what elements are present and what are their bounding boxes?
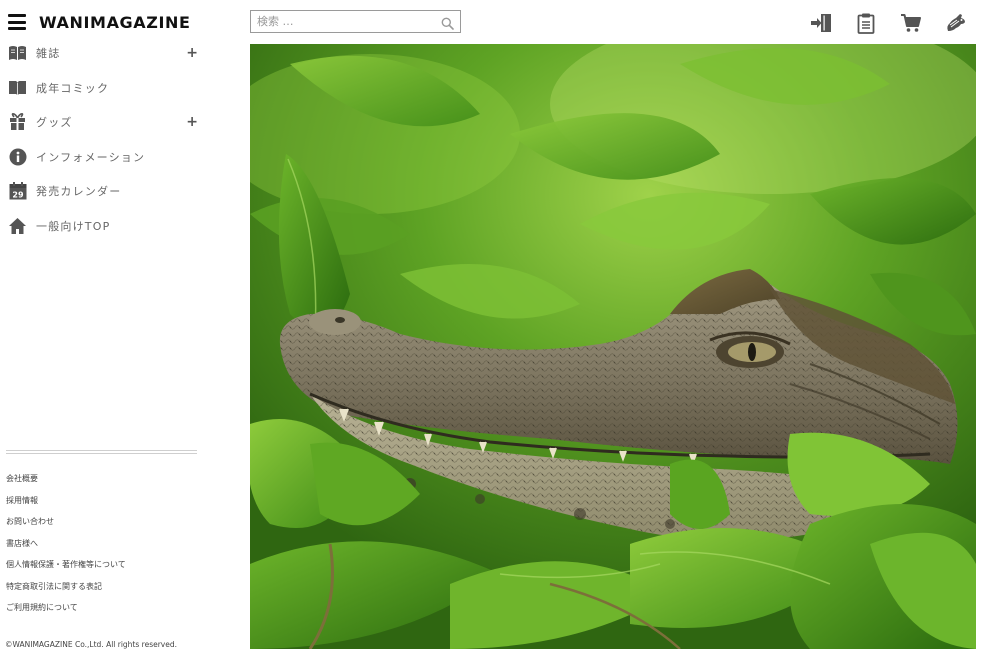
search-box — [250, 10, 461, 33]
footer-link-bookstores[interactable]: 書店様へ — [6, 535, 126, 557]
sidebar-item-goods[interactable]: グッズ + — [0, 105, 212, 140]
footer-link-recruit[interactable]: 採用情報 — [6, 492, 126, 514]
copyright-text: ©WANIMAGAZINE Co.,Ltd. All rights reserv… — [5, 640, 177, 649]
sidebar-menu: 雑誌 + 成年コミック グッズ + インフォメーション 29 発売カレンダー 一… — [0, 36, 212, 243]
brand-bar: WANIMAGAZINE — [8, 11, 191, 33]
sidebar-item-general-top[interactable]: 一般向けTOP — [0, 209, 212, 244]
footer-link-commerce-law[interactable]: 特定商取引法に関する表記 — [6, 578, 126, 600]
sidebar-item-calendar[interactable]: 29 発売カレンダー — [0, 174, 212, 209]
footer-link-company[interactable]: 会社概要 — [6, 470, 126, 492]
crocodile-logo-icon[interactable] — [945, 12, 967, 34]
search-icon[interactable] — [441, 15, 454, 30]
calendar-icon: 29 — [8, 182, 27, 201]
footer-link-terms[interactable]: ご利用規約について — [6, 599, 126, 621]
footer-link-contact[interactable]: お問い合わせ — [6, 513, 126, 535]
footer-link-privacy[interactable]: 個人情報保護・著作権等について — [6, 556, 126, 578]
document-icon[interactable] — [855, 12, 877, 34]
login-icon[interactable] — [810, 12, 832, 34]
sidebar-item-label: 雑誌 — [36, 47, 61, 61]
book-open-icon — [8, 44, 27, 63]
search-input[interactable] — [251, 11, 436, 32]
expand-plus-icon[interactable]: + — [186, 46, 198, 60]
sidebar-item-label: 成年コミック — [36, 81, 110, 95]
header-actions — [787, 12, 967, 34]
sidebar-item-label: グッズ — [36, 116, 73, 130]
hero-image — [250, 44, 976, 649]
site-logo[interactable]: WANIMAGAZINE — [39, 13, 191, 32]
sidebar-item-label: 一般向けTOP — [36, 219, 111, 233]
sidebar-divider — [6, 450, 197, 454]
sidebar-item-label: 発売カレンダー — [36, 185, 122, 199]
hamburger-menu-icon[interactable] — [8, 14, 26, 30]
book-icon — [8, 78, 27, 97]
calendar-day: 29 — [12, 191, 24, 200]
expand-plus-icon[interactable]: + — [186, 115, 198, 129]
cart-icon[interactable] — [900, 12, 922, 34]
sidebar-item-magazine[interactable]: 雑誌 + — [0, 36, 212, 71]
sidebar: WANIMAGAZINE 雑誌 + 成年コミック グッズ + インフォメーション… — [0, 0, 250, 649]
crocodile-in-leaves-photo — [250, 44, 976, 649]
home-icon — [8, 216, 27, 235]
sidebar-item-information[interactable]: インフォメーション — [0, 140, 212, 175]
sidebar-item-label: インフォメーション — [36, 150, 146, 164]
gift-icon — [8, 113, 27, 132]
sidebar-item-adult-comic[interactable]: 成年コミック — [0, 71, 212, 106]
footer-links: 会社概要 採用情報 お問い合わせ 書店様へ 個人情報保護・著作権等について 特定… — [6, 470, 126, 621]
info-icon — [8, 147, 27, 166]
